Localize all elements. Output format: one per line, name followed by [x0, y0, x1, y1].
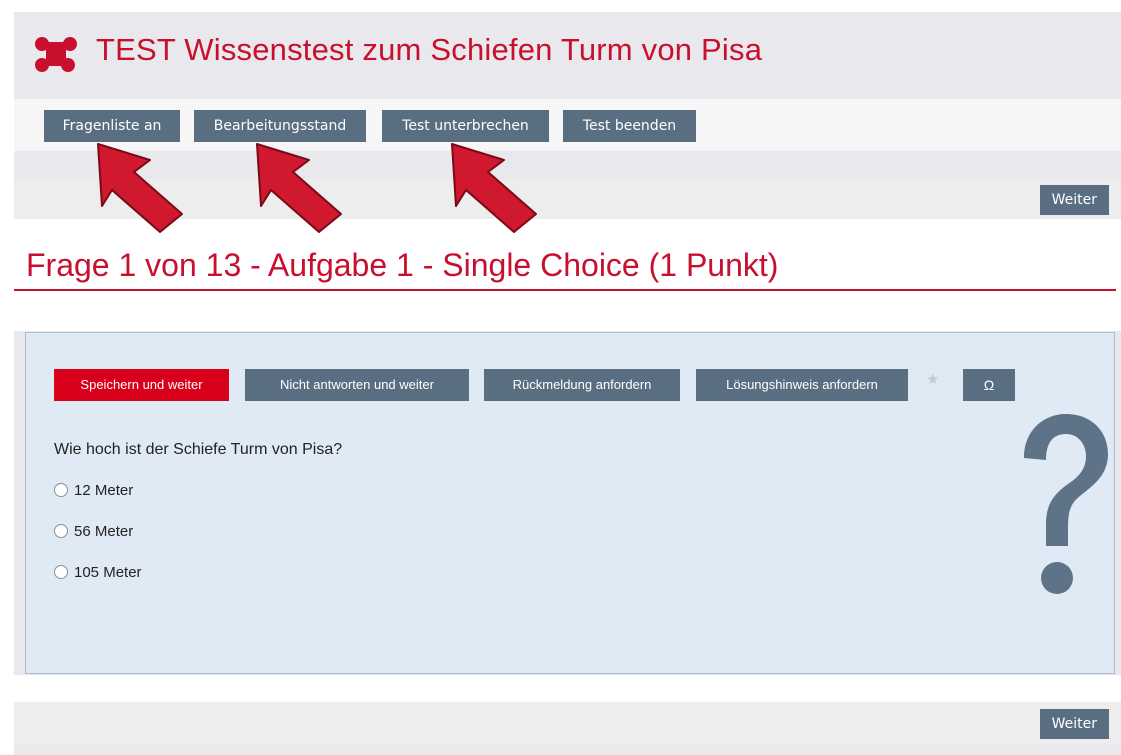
arrow-icon	[442, 138, 552, 238]
request-hint-button[interactable]: Lösungshinweis anfordern	[696, 369, 908, 401]
answer-option[interactable]: 56 Meter	[54, 522, 133, 542]
radio-button[interactable]	[54, 524, 68, 539]
radio-button[interactable]	[54, 483, 68, 498]
question-heading: Frage 1 von 13 - Aufgabe 1 - Single Choi…	[26, 247, 779, 283]
answer-option-label: 105 Meter	[74, 564, 142, 581]
omega-button[interactable]: Ω	[963, 369, 1015, 401]
question-mark-icon	[1012, 410, 1112, 600]
spacer	[14, 675, 1121, 702]
answer-option-label: 56 Meter	[74, 523, 134, 540]
answer-option[interactable]: 12 Meter	[54, 481, 133, 501]
save-and-next-button[interactable]: Speichern und weiter	[54, 369, 229, 401]
arrow-icon	[88, 138, 198, 238]
page-title: TEST Wissenstest zum Schiefen Turm von P…	[96, 32, 763, 67]
end-test-button[interactable]: Test beenden	[563, 110, 696, 142]
question-text: Wie hoch ist der Schiefe Turm von Pisa?	[54, 441, 343, 458]
skip-and-next-button[interactable]: Nicht antworten und weiter	[245, 369, 469, 401]
heading-underline	[14, 289, 1116, 291]
logo-puzzle-icon	[34, 34, 78, 78]
next-button-top[interactable]: Weiter	[1039, 185, 1109, 215]
arrow-icon	[247, 138, 357, 238]
star-icon[interactable]: ★	[926, 370, 939, 388]
request-feedback-button[interactable]: Rückmeldung anfordern	[484, 369, 680, 401]
answer-option[interactable]: 105 Meter	[54, 563, 142, 583]
bottom-navigation-bar: Weiter	[14, 702, 1121, 744]
answer-option-label: 12 Meter	[74, 482, 134, 499]
radio-button[interactable]	[54, 565, 68, 580]
next-button-bottom[interactable]: Weiter	[1039, 709, 1109, 739]
